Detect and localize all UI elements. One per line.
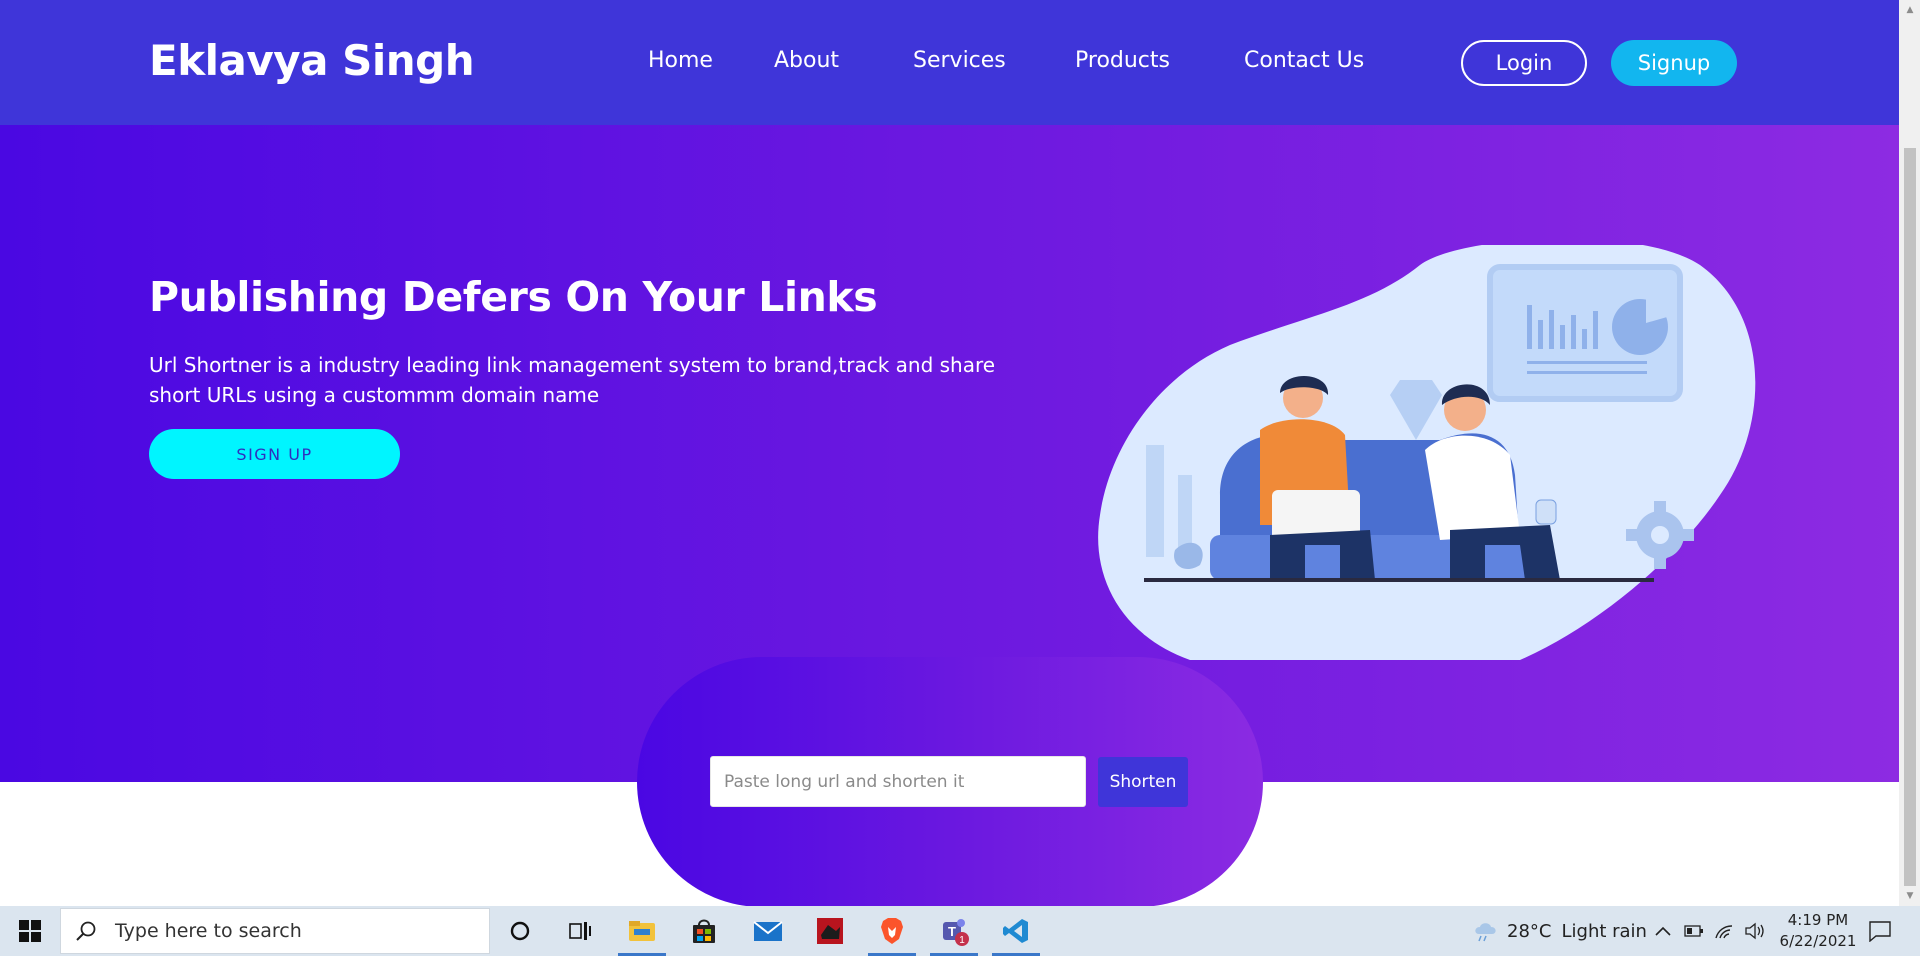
nav-link-products[interactable]: Products xyxy=(1075,48,1170,73)
weather-widget[interactable]: 28°C Light rain xyxy=(1473,906,1647,956)
clock-date: 6/22/2021 xyxy=(1779,932,1857,950)
system-clock[interactable]: 4:19 PM 6/22/2021 xyxy=(1770,910,1866,952)
hero-signup-button[interactable]: SIGN UP xyxy=(149,429,400,479)
scroll-thumb[interactable] xyxy=(1904,148,1916,886)
nav-link-about[interactable]: About xyxy=(774,48,839,73)
weather-description: Light rain xyxy=(1561,920,1647,942)
browser-viewport: Eklavya Singh Home About Services Produc… xyxy=(0,0,1920,906)
taskbar-search-box[interactable]: Type here to search xyxy=(60,908,490,954)
shorten-button[interactable]: Shorten xyxy=(1098,757,1188,807)
clock-time: 4:19 PM xyxy=(1787,911,1849,929)
notification-center-icon[interactable] xyxy=(1868,906,1892,956)
windows-logo-icon xyxy=(19,920,41,942)
show-hidden-icons-chevron-icon[interactable] xyxy=(1655,906,1671,956)
url-input[interactable] xyxy=(710,756,1086,807)
search-icon xyxy=(76,921,96,941)
taskbar-search-placeholder: Type here to search xyxy=(115,920,302,942)
teams-icon[interactable]: T1 xyxy=(926,906,982,956)
svg-text:T: T xyxy=(948,924,956,939)
scroll-up-arrow-icon[interactable]: ▲ xyxy=(1904,4,1916,16)
store-icon[interactable] xyxy=(676,906,732,956)
task-view-icon[interactable] xyxy=(552,906,608,956)
file-explorer-icon[interactable] xyxy=(614,906,670,956)
nav-link-home[interactable]: Home xyxy=(648,48,713,73)
teams-notification-badge: 1 xyxy=(959,935,965,946)
battery-icon[interactable] xyxy=(1684,906,1704,956)
hero-description: Url Shortner is a industry leading link … xyxy=(149,353,996,407)
mail-icon[interactable] xyxy=(740,906,796,956)
wifi-icon[interactable] xyxy=(1714,906,1734,956)
brand-logo[interactable]: Eklavya Singh xyxy=(149,36,475,85)
cortana-icon[interactable] xyxy=(492,906,548,956)
vscode-icon[interactable] xyxy=(988,906,1044,956)
page-scrollbar[interactable]: ▲ ▼ xyxy=(1899,0,1920,906)
login-button[interactable]: Login xyxy=(1461,40,1587,86)
nav-link-services[interactable]: Services xyxy=(913,48,1006,73)
hero-title: Publishing Defers On Your Links xyxy=(149,273,878,321)
hero-illustration xyxy=(1098,245,1756,660)
volume-icon[interactable] xyxy=(1744,906,1766,956)
windows-start-button[interactable] xyxy=(0,906,60,956)
nav-link-contact[interactable]: Contact Us xyxy=(1244,48,1364,73)
game-icon[interactable] xyxy=(802,906,858,956)
scroll-down-arrow-icon[interactable]: ▼ xyxy=(1904,890,1916,902)
brave-browser-icon[interactable] xyxy=(864,906,920,956)
weather-temperature: 28°C xyxy=(1507,920,1552,942)
signup-button[interactable]: Signup xyxy=(1611,40,1737,86)
navbar: Eklavya Singh Home About Services Produc… xyxy=(0,0,1899,125)
taskbar: Type here to search T1 28°C Light rain 4… xyxy=(0,906,1920,956)
cloud-rain-icon xyxy=(1475,923,1496,942)
